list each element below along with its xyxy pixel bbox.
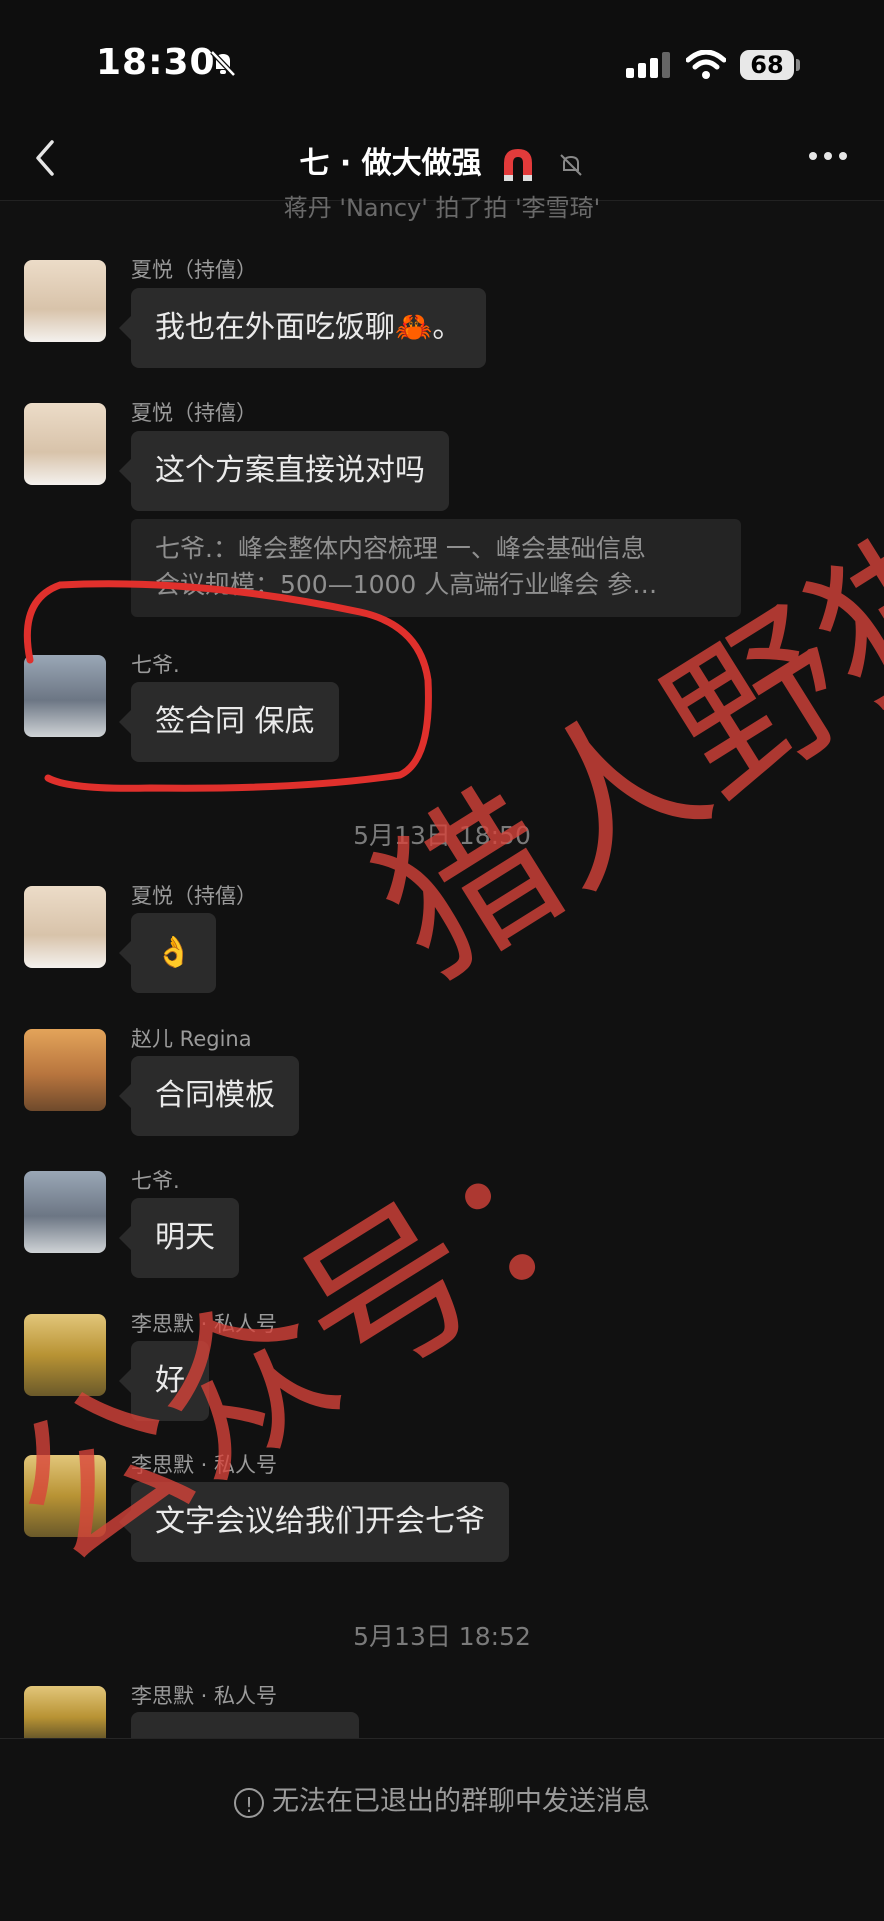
sender-name: 夏悦（持僖） — [131, 884, 257, 908]
status-time: 18:30 — [96, 42, 216, 83]
battery-indicator: 68 — [740, 50, 794, 80]
disabled-notice-text: 无法在已退出的群聊中发送消息 — [272, 1786, 650, 1817]
avatar[interactable] — [24, 260, 106, 342]
sender-name: 李思默 · 私人号 — [131, 1453, 278, 1477]
message-bubble[interactable]: 签合同 保底 — [119, 682, 339, 762]
avatar[interactable] — [24, 1686, 106, 1738]
timestamp: 5月13日 18:52 — [353, 1622, 531, 1651]
avatar[interactable] — [24, 1455, 106, 1537]
sender-name: 赵儿 Regina — [131, 1027, 252, 1051]
more-options-icon[interactable] — [808, 150, 848, 162]
quote-line: 会议规模：500—1000 人高端行业峰会 参… — [155, 570, 658, 599]
sender-name: 李思默 · 私人号 — [131, 1684, 278, 1708]
sender-name: 夏悦（持僖） — [131, 258, 257, 282]
battery-tip — [796, 59, 800, 71]
cellular-signal-icon — [626, 52, 670, 78]
status-bar: 18:30 68 — [0, 0, 884, 120]
message-bubble[interactable]: 👌 — [118, 913, 217, 993]
quoted-message[interactable]: 七爷.：峰会整体内容梳理 一、峰会基础信息 会议规模：500—1000 人高端行… — [131, 519, 741, 617]
message-bubble[interactable]: 明天 — [119, 1198, 239, 1278]
message-bubble[interactable]: 合同模板 — [119, 1056, 299, 1136]
exclamation-circle-icon: ! — [234, 1787, 264, 1818]
message-bubble[interactable]: 我也在外面吃饭聊🦀。 — [118, 288, 487, 368]
sender-name: 七爷. — [131, 1169, 180, 1193]
wifi-icon — [686, 50, 726, 79]
sender-name: 夏悦（持僖） — [131, 401, 257, 425]
avatar[interactable] — [24, 403, 106, 485]
bell-muted-icon — [210, 50, 236, 77]
timestamp: 5月13日 18:50 — [353, 821, 531, 850]
avatar[interactable] — [24, 1314, 106, 1396]
sender-name: 李思默 · 私人号 — [131, 1312, 278, 1336]
message-bubble[interactable]: 这个方案直接说对吗 — [119, 431, 449, 511]
message-bubble[interactable] — [119, 1712, 359, 1764]
avatar[interactable] — [24, 655, 106, 737]
sender-name: 七爷. — [131, 653, 180, 677]
mute-bell-icon — [559, 153, 582, 176]
avatar[interactable] — [24, 1171, 106, 1253]
avatar[interactable] — [24, 1029, 106, 1111]
chat-title-row: 七 · 做大做强 — [0, 138, 884, 185]
avatar[interactable] — [24, 886, 106, 968]
disabled-notice: ! 无法在已退出的群聊中发送消息 — [0, 1779, 884, 1818]
system-notice: 蒋丹 'Nancy' 拍了拍 '李雪琦' — [283, 194, 601, 222]
message-bubble[interactable]: 文字会议给我们开会七爷 — [119, 1482, 509, 1562]
chat-title: 七 · 做大做强 — [299, 146, 482, 181]
message-bubble[interactable]: 好 — [119, 1341, 209, 1421]
quote-line: 七爷.：峰会整体内容梳理 一、峰会基础信息 — [155, 534, 646, 563]
input-disabled-bar: ! 无法在已退出的群聊中发送消息 — [0, 1738, 884, 1921]
magnet-icon — [504, 148, 533, 181]
